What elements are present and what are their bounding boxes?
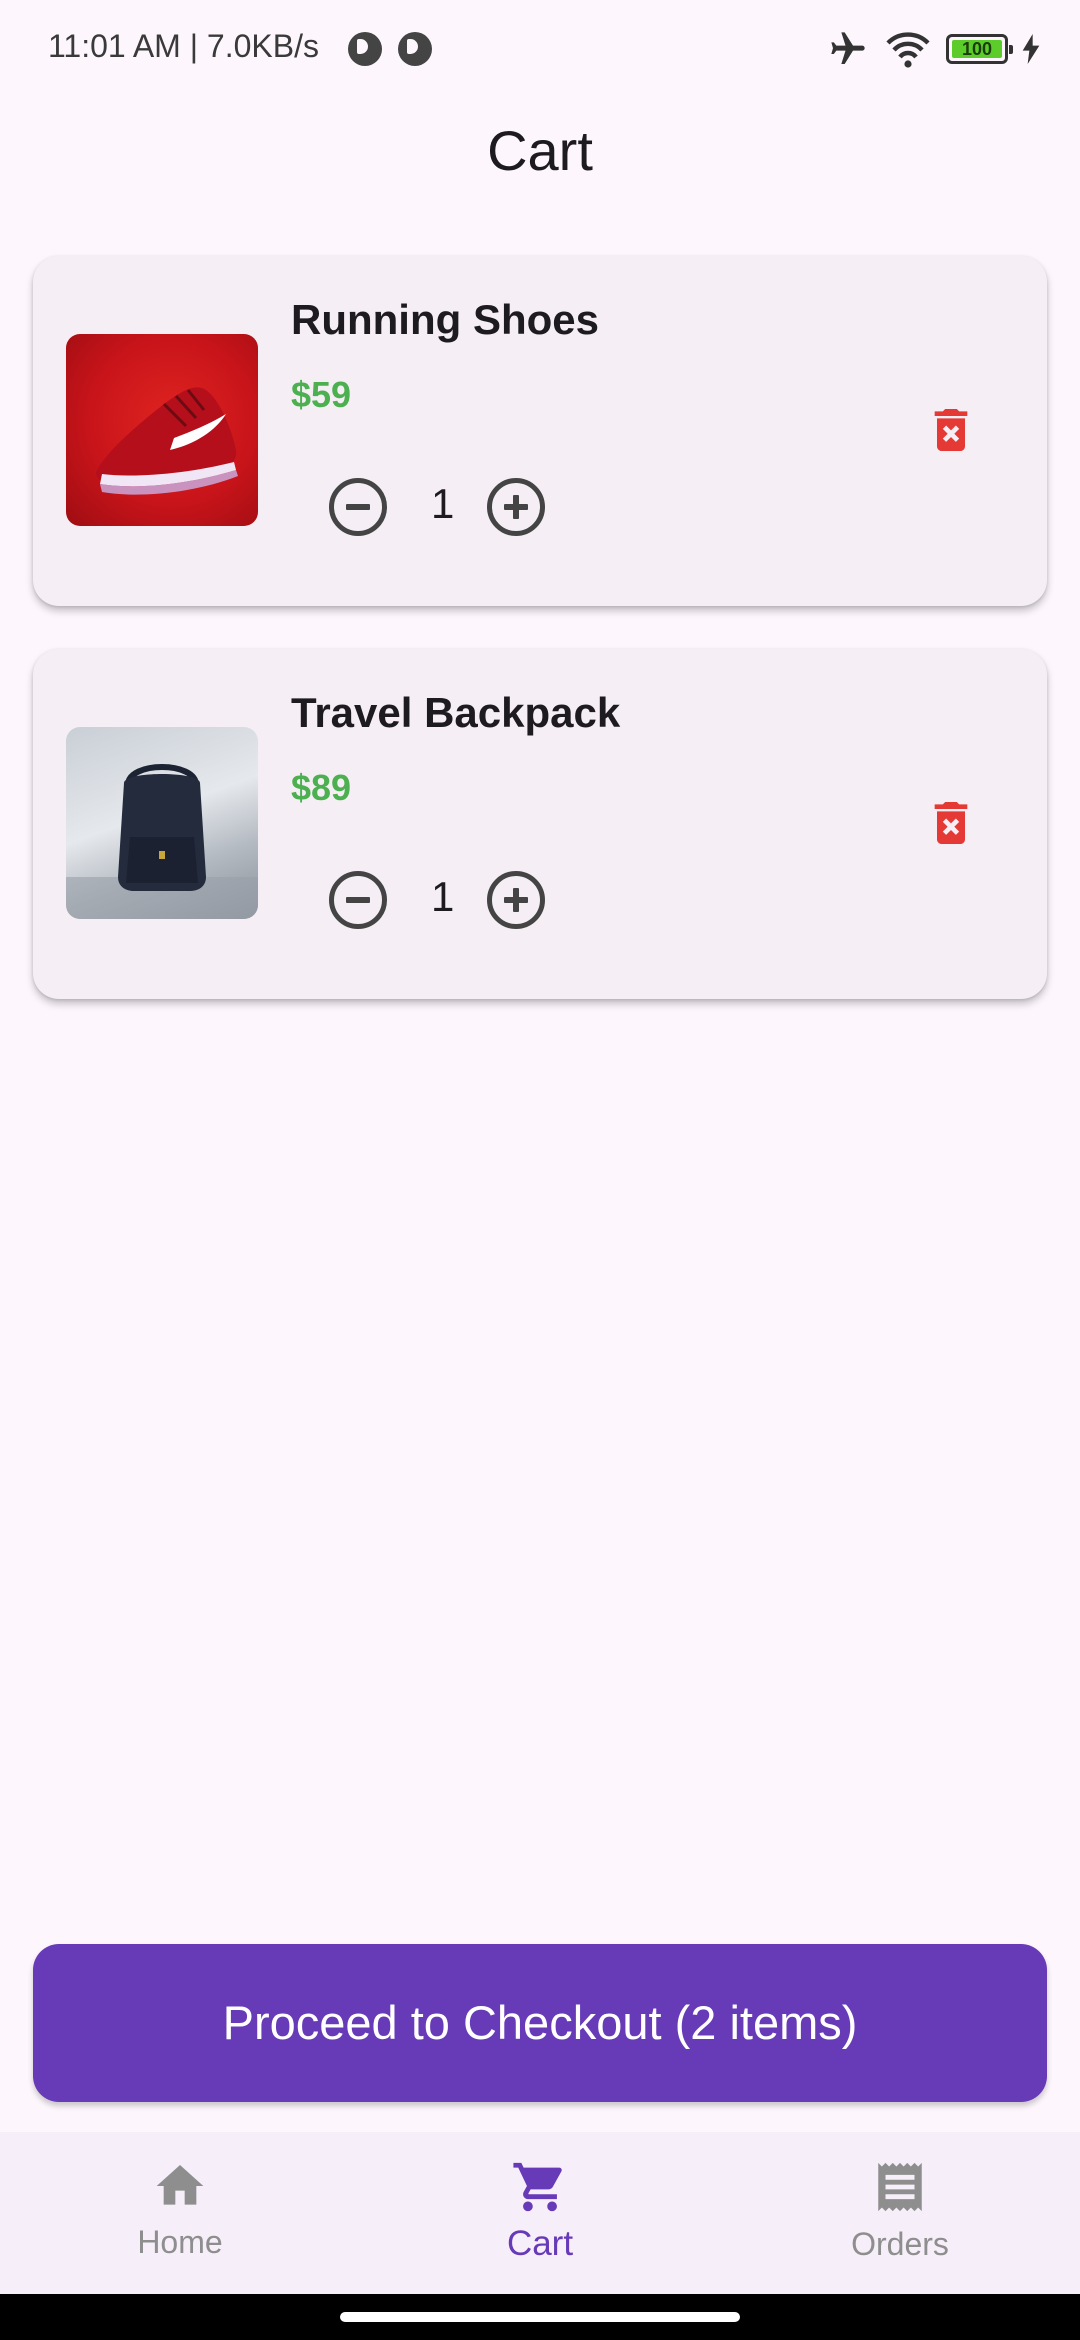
cart-icon xyxy=(513,2162,562,2212)
gesture-bar xyxy=(0,2294,1080,2340)
product-name: Running Shoes xyxy=(291,296,599,343)
decrease-quantity-button[interactable] xyxy=(329,871,387,929)
product-image xyxy=(66,727,258,919)
decrease-quantity-button[interactable] xyxy=(329,478,387,536)
cart-item-card: Running Shoes $59 1 xyxy=(33,256,1047,606)
home-gesture-handle[interactable] xyxy=(340,2312,740,2322)
charging-icon xyxy=(1022,34,1040,64)
checkout-button[interactable]: Proceed to Checkout (2 items) xyxy=(33,1944,1047,2102)
cart-item-card: Travel Backpack $89 1 xyxy=(33,649,1047,999)
nav-label-home: Home xyxy=(137,2224,223,2260)
status-bar: 11:01 AM | 7.0KB/s 100 xyxy=(0,0,1080,100)
bottom-navigation: Home Cart Orders xyxy=(0,2132,1080,2294)
delete-icon[interactable] xyxy=(923,402,979,458)
nav-label-cart: Cart xyxy=(506,2224,574,2263)
status-time: 11:01 AM | 7.0KB/s xyxy=(48,28,319,64)
home-icon xyxy=(156,2165,204,2205)
product-price: $89 xyxy=(291,767,352,808)
product-image xyxy=(66,334,258,526)
page-title: Cart xyxy=(487,119,593,182)
battery-level: 100 xyxy=(961,38,993,59)
product-price: $59 xyxy=(291,374,352,415)
nav-item-orders[interactable]: Orders xyxy=(780,2158,1020,2263)
product-name: Travel Backpack xyxy=(291,689,621,736)
increase-quantity-button[interactable] xyxy=(487,478,545,536)
nav-item-home[interactable]: Home xyxy=(60,2158,300,2261)
nav-label-orders: Orders xyxy=(851,2226,949,2262)
wifi-icon xyxy=(886,32,930,68)
nav-item-cart[interactable]: Cart xyxy=(420,2158,660,2264)
notification-app-icon xyxy=(348,32,382,66)
airplane-mode-icon xyxy=(831,32,865,64)
increase-quantity-button[interactable] xyxy=(487,871,545,929)
notification-app-icon xyxy=(398,32,432,66)
battery-icon: 100 xyxy=(946,34,1013,64)
status-icons: 100 xyxy=(826,26,1040,72)
receipt-icon xyxy=(878,2162,922,2212)
delete-icon[interactable] xyxy=(923,795,979,851)
